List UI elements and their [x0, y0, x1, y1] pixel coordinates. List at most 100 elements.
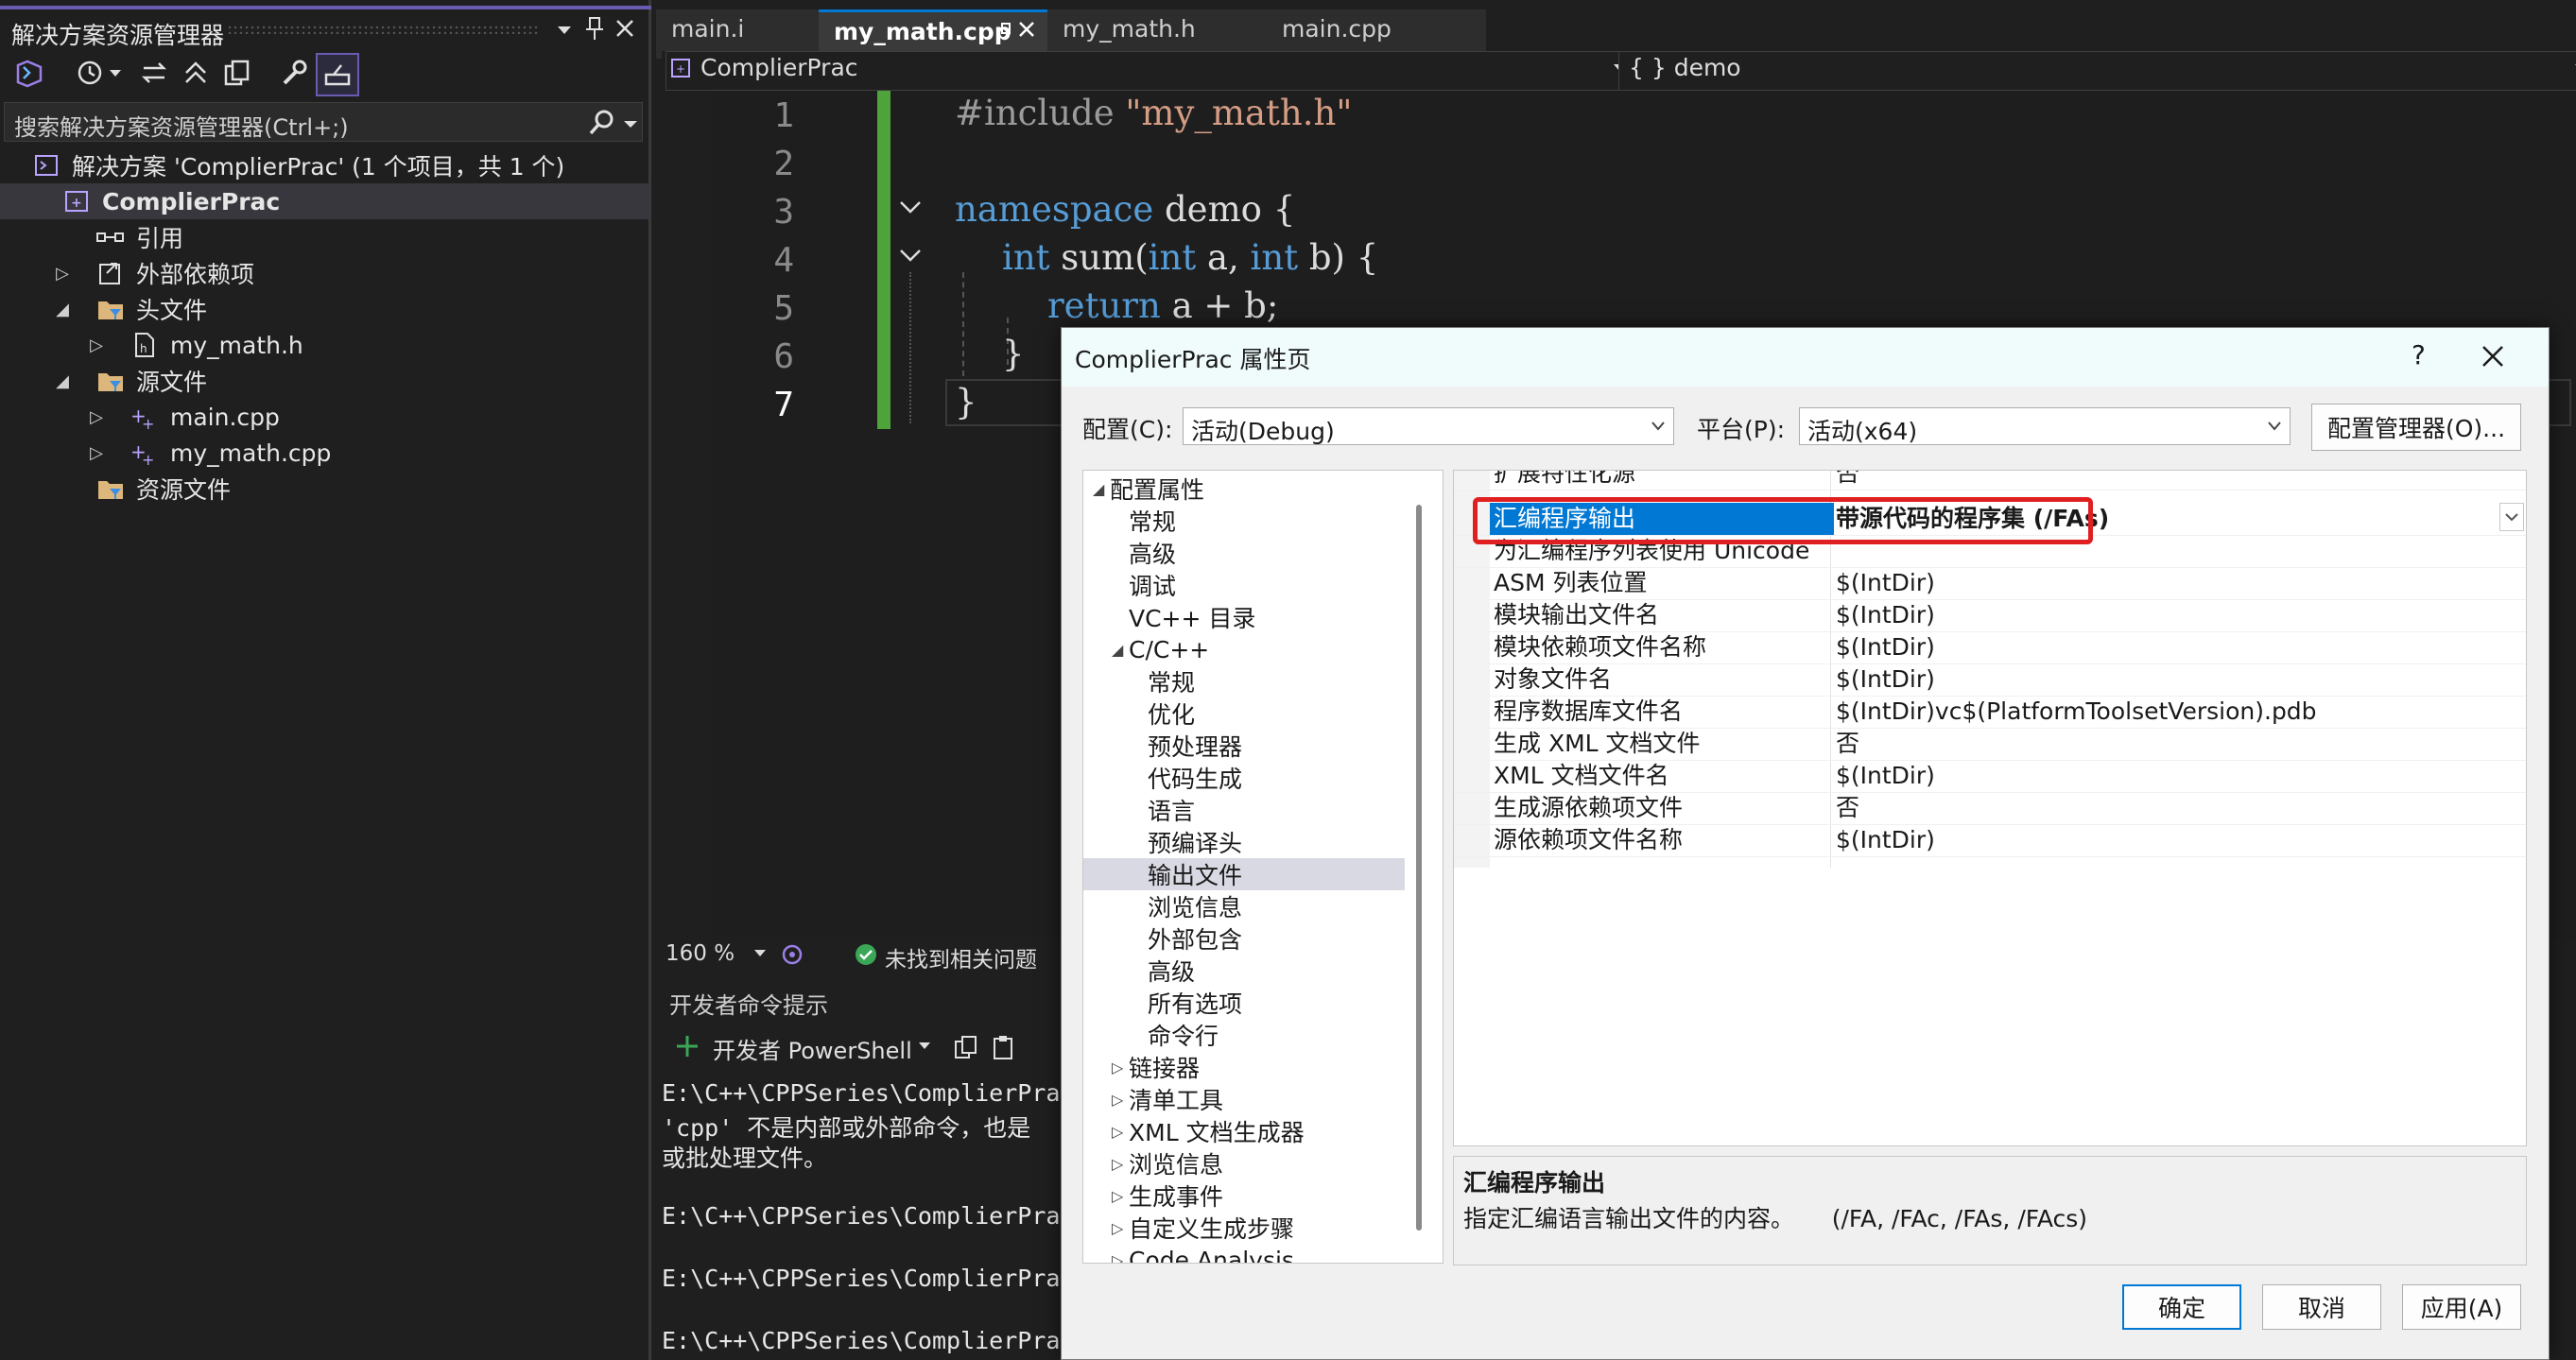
property-row[interactable]: 扩展特性化源 否: [1454, 471, 2526, 491]
tree-item-main-cpp[interactable]: + + main.cpp: [130, 399, 280, 435]
preview-selected-icon[interactable]: [316, 53, 359, 96]
tree-node[interactable]: 预处理器: [1083, 730, 1405, 762]
tree-scrollbar[interactable]: [1416, 505, 1422, 1231]
tree-node[interactable]: 所有选项: [1083, 987, 1405, 1019]
property-row[interactable]: XML 文档文件名 $(IntDir): [1454, 760, 2526, 793]
fold-chevron-icon[interactable]: [896, 241, 925, 269]
tree-node[interactable]: ◢ 配置属性: [1083, 473, 1405, 505]
zoom-dropdown-icon[interactable]: [752, 945, 768, 960]
tree-node[interactable]: 输出文件: [1083, 858, 1405, 890]
collapsed-caret-icon[interactable]: ▷: [1112, 1251, 1129, 1264]
tree-item-header-files[interactable]: 头文件: [96, 291, 207, 327]
tree-item-external-deps[interactable]: 外部依赖项: [96, 255, 254, 291]
tree-item-solution[interactable]: 解决方案 'ComplierPrac' (1 个项目，共 1 个): [32, 147, 564, 183]
tree-node[interactable]: ▷ 自定义生成步骤: [1083, 1212, 1405, 1244]
project-dropdown[interactable]: + ComplierPrac: [666, 51, 1635, 91]
tree-node[interactable]: 调试: [1083, 569, 1405, 601]
intellicode-icon[interactable]: [779, 941, 805, 968]
powershell-button[interactable]: 开发者 PowerShell: [713, 1032, 912, 1065]
tree-node[interactable]: 命令行: [1083, 1019, 1405, 1051]
tree-node[interactable]: ▷ 浏览信息: [1083, 1147, 1405, 1179]
tree-node[interactable]: 高级: [1083, 537, 1405, 569]
platform-select[interactable]: 活动(x64): [1799, 407, 2291, 445]
tree-node[interactable]: 优化: [1083, 697, 1405, 730]
collapsed-caret-icon[interactable]: ▷: [1112, 1091, 1129, 1109]
property-row[interactable]: 模块输出文件名 $(IntDir): [1454, 599, 2526, 632]
tab-close-icon[interactable]: [1017, 20, 1036, 39]
tree-item-my-math-cpp[interactable]: + + my_math.cpp: [130, 435, 331, 471]
tree-item-project[interactable]: + ComplierPrac: [62, 183, 280, 219]
property-value[interactable]: 否: [1836, 792, 1859, 824]
add-icon[interactable]: [675, 1034, 700, 1059]
property-row[interactable]: 模块依赖项文件名称 $(IntDir): [1454, 631, 2526, 664]
collapsed-caret-icon[interactable]: ▷: [1112, 1155, 1129, 1173]
property-row[interactable]: 生成源依赖项文件 否: [1454, 792, 2526, 825]
expand-caret-icon[interactable]: ▷: [53, 255, 72, 291]
collapsed-caret-icon[interactable]: ▷: [1112, 1059, 1129, 1076]
history-dropdown-icon[interactable]: [106, 55, 125, 91]
expanded-caret-icon[interactable]: ◢: [1093, 480, 1110, 498]
tree-node[interactable]: ▷ 链接器: [1083, 1051, 1405, 1083]
collapsed-caret-icon[interactable]: ▷: [1112, 1219, 1129, 1237]
property-value[interactable]: 否: [1836, 728, 1859, 760]
tree-node[interactable]: VC++ 目录: [1083, 601, 1405, 633]
solution-search-input[interactable]: 搜索解决方案资源管理器(Ctrl+;): [4, 102, 643, 142]
cancel-button[interactable]: 取消: [2262, 1284, 2381, 1330]
tree-item-resource-files[interactable]: 资源文件: [96, 471, 231, 507]
paste-icon[interactable]: [991, 1034, 1017, 1060]
property-value[interactable]: $(IntDir): [1836, 663, 1935, 696]
tree-item-source-files[interactable]: 源文件: [96, 363, 207, 399]
config-manager-button[interactable]: 配置管理器(O)...: [2311, 404, 2521, 451]
collapse-caret-icon[interactable]: ◢: [53, 363, 72, 399]
search-icon[interactable]: [588, 108, 616, 136]
tree-node[interactable]: 浏览信息: [1083, 890, 1405, 922]
property-value[interactable]: $(IntDir): [1836, 599, 1935, 631]
tree-node[interactable]: 代码生成: [1083, 762, 1405, 794]
tree-node[interactable]: ◢ C/C++: [1083, 633, 1405, 665]
help-button[interactable]: ?: [2412, 339, 2426, 370]
scope-dropdown[interactable]: { } demo: [1618, 51, 2576, 91]
tree-node[interactable]: ▷ 清单工具: [1083, 1083, 1405, 1115]
ok-button[interactable]: 确定: [2122, 1284, 2241, 1330]
fold-chevron-icon[interactable]: [896, 193, 925, 221]
tab-pin-icon[interactable]: [994, 18, 1011, 39]
tree-node[interactable]: ▷ XML 文档生成器: [1083, 1115, 1405, 1147]
tree-node[interactable]: 预编译头: [1083, 826, 1405, 858]
dialog-close-icon[interactable]: [2480, 343, 2506, 370]
sync-arrows-icon[interactable]: [136, 55, 172, 91]
tree-node[interactable]: 常规: [1083, 665, 1405, 697]
collapse-all-icon[interactable]: [178, 55, 214, 91]
tree-item-references[interactable]: 引用: [96, 219, 183, 255]
collapsed-caret-icon[interactable]: ▷: [1112, 1123, 1129, 1141]
tree-node[interactable]: 外部包含: [1083, 922, 1405, 955]
expand-caret-icon[interactable]: ▷: [87, 435, 106, 471]
apply-button[interactable]: 应用(A): [2402, 1284, 2521, 1330]
property-value[interactable]: $(IntDir): [1836, 567, 1935, 599]
close-icon[interactable]: [613, 16, 637, 41]
history-icon[interactable]: [72, 55, 108, 91]
tree-item-my-math-h[interactable]: h my_math.h: [130, 327, 303, 363]
zoom-level[interactable]: 160 %: [666, 941, 735, 966]
expand-caret-icon[interactable]: ▷: [87, 399, 106, 435]
property-row[interactable]: 源依赖项文件名称 $(IntDir): [1454, 824, 2526, 857]
properties-wrench-icon[interactable]: [276, 55, 312, 91]
property-value[interactable]: $(IntDir): [1836, 824, 1935, 856]
property-row[interactable]: 程序数据库文件名 $(IntDir)vc$(PlatformToolsetVers…: [1454, 696, 2526, 729]
show-all-files-icon[interactable]: [219, 55, 255, 91]
tree-node[interactable]: 常规: [1083, 505, 1405, 537]
config-select[interactable]: 活动(Debug): [1183, 407, 1674, 445]
property-row[interactable]: ASM 列表位置 $(IntDir): [1454, 567, 2526, 600]
copy-icon[interactable]: [953, 1034, 979, 1060]
dropdown-icon[interactable]: [552, 17, 577, 42]
value-dropdown-button[interactable]: [2499, 503, 2524, 531]
tree-node[interactable]: ▷ Code Analysis: [1083, 1244, 1405, 1264]
property-value[interactable]: $(IntDir): [1836, 631, 1935, 663]
property-value[interactable]: $(IntDir)vc$(PlatformToolsetVersion).pdb: [1836, 696, 2317, 728]
property-value[interactable]: 否: [1836, 471, 1859, 490]
expanded-caret-icon[interactable]: ◢: [1112, 641, 1129, 659]
search-options-dropdown-icon[interactable]: [620, 113, 641, 134]
powershell-dropdown-icon[interactable]: [917, 1038, 932, 1053]
tree-node[interactable]: ▷ 生成事件: [1083, 1179, 1405, 1212]
tree-node[interactable]: 高级: [1083, 955, 1405, 987]
expand-caret-icon[interactable]: ▷: [87, 327, 106, 363]
